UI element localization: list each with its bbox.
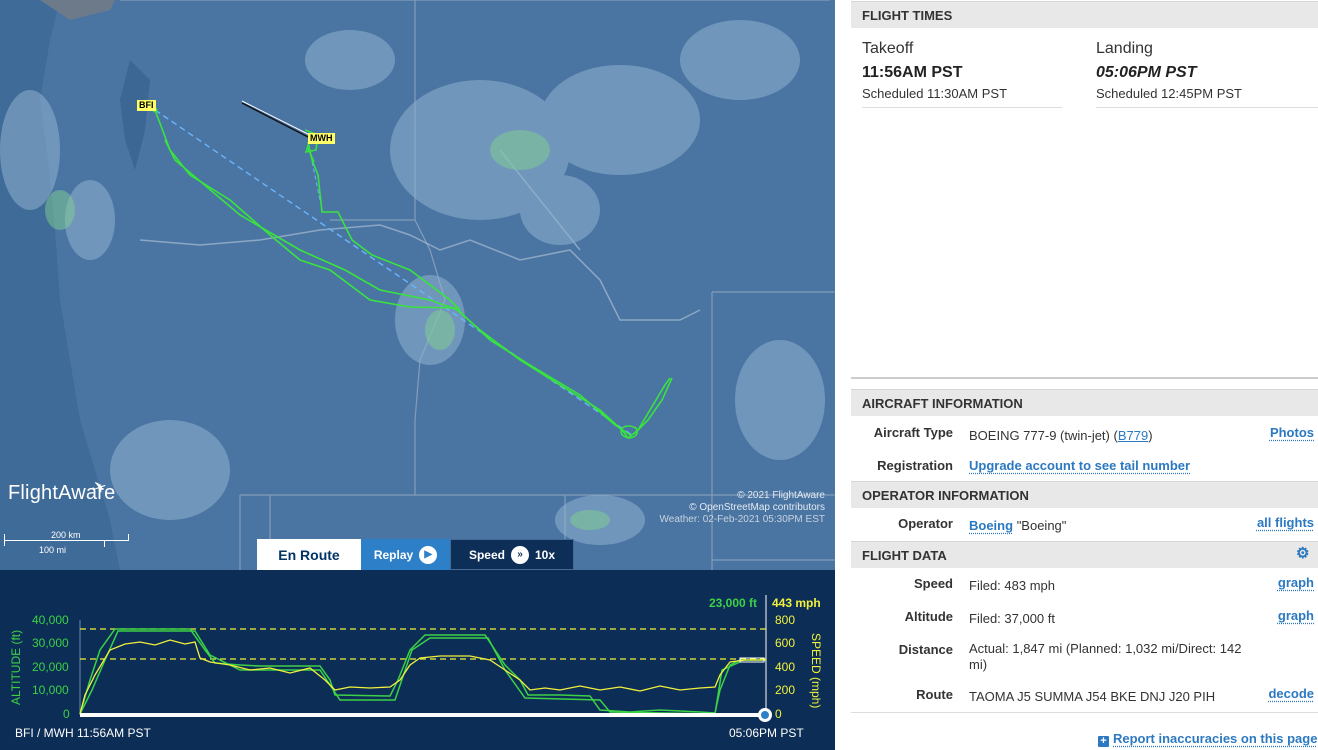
- operator-link[interactable]: Boeing: [969, 518, 1013, 533]
- aircraft-info-header: AIRCRAFT INFORMATION: [851, 389, 1318, 416]
- takeoff-box: Takeoff 11:56AM PST Scheduled 11:30AM PS…: [862, 28, 1062, 108]
- distance-label: Distance: [899, 642, 953, 657]
- report-label: Report inaccuracies on this page: [1113, 731, 1317, 746]
- altitude-tick: 20,000: [32, 660, 69, 674]
- map-canvas: [0, 0, 835, 570]
- play-icon: ▶: [419, 546, 437, 564]
- section-divider: [851, 377, 1318, 379]
- landing-box: Landing 05:06PM PST Scheduled 12:45PM PS…: [1096, 28, 1318, 108]
- all-flights-link[interactable]: all flights: [1257, 515, 1314, 530]
- gear-icon[interactable]: ⚙: [1296, 547, 1310, 561]
- speed-value: Filed: 483 mph: [969, 578, 1254, 594]
- map-attribution: © 2021 FlightAware © OpenStreetMap contr…: [660, 490, 825, 526]
- route-value: TAOMA J5 SUMMA J54 BKE DNJ J20 PIH: [969, 689, 1254, 705]
- takeoff-scheduled: Scheduled 11:30AM PST: [862, 86, 1062, 101]
- fast-forward-icon: »: [511, 546, 529, 564]
- graph-end-label: 05:06PM PST: [729, 726, 804, 740]
- aircraft-type-text: BOEING 777-9 (twin-jet) (: [969, 428, 1118, 443]
- altitude-tick: 0: [63, 707, 70, 721]
- landing-label: Landing: [1096, 40, 1318, 58]
- speed-tick: 400: [775, 660, 795, 674]
- aircraft-type-label: Aircraft Type: [874, 425, 953, 440]
- speed-graph-link[interactable]: graph: [1278, 575, 1314, 590]
- attribution-weather: Weather: 02-Feb-2021 05:30PM EST: [660, 514, 825, 526]
- aircraft-type-code-link[interactable]: B779: [1118, 428, 1148, 443]
- distance-value: Actual: 1,847 mi (Planned: 1,032 mi/Dire…: [969, 641, 1254, 673]
- bottom-divider: [851, 712, 1318, 713]
- replay-label: Replay: [374, 548, 413, 562]
- altitude-axis-label: ALTITUDE (ft): [9, 630, 23, 705]
- report-inaccuracies-link[interactable]: + Report inaccuracies on this page: [1098, 731, 1317, 747]
- replay-button[interactable]: Replay ▶: [361, 539, 450, 570]
- flightaware-logo[interactable]: FlightAware: [8, 482, 115, 505]
- speed-tick: 800: [775, 613, 795, 627]
- altitude-label: Altitude: [905, 609, 953, 624]
- speed-label: Speed: [914, 576, 953, 591]
- landing-time: 05:06PM PST: [1096, 64, 1318, 82]
- aircraft-type-close: ): [1148, 428, 1152, 443]
- speed-label: Speed: [469, 548, 505, 562]
- operator-alias: "Boeing": [1017, 518, 1067, 533]
- altitude-value: Filed: 37,000 ft: [969, 611, 1254, 627]
- operator-info-header: OPERATOR INFORMATION: [851, 481, 1318, 508]
- scale-mi-label: 100 mi: [39, 545, 66, 555]
- plus-icon: +: [1098, 736, 1109, 747]
- speed-axis-label: SPEED (mph): [809, 633, 823, 708]
- en-route-status: En Route: [257, 539, 361, 570]
- altitude-tick: 10,000: [32, 683, 69, 697]
- map-scale: 200 km 100 mi: [4, 528, 134, 562]
- flight-map[interactable]: BFI MWH ✈ FlightAware 200 km 100 mi © 20…: [0, 0, 835, 570]
- attribution-osm[interactable]: © OpenStreetMap contributors: [660, 502, 825, 514]
- flight-details-panel: FLIGHT TIMES Takeoff 11:56AM PST Schedul…: [851, 0, 1318, 750]
- speed-tick: 0: [775, 707, 782, 721]
- decode-link[interactable]: decode: [1268, 686, 1314, 701]
- operator-label: Operator: [898, 516, 953, 531]
- route-label: Route: [916, 687, 953, 702]
- altitude-graph-link[interactable]: graph: [1278, 608, 1314, 623]
- speed-button[interactable]: Speed » 10x: [450, 539, 574, 570]
- destination-airport-label[interactable]: MWH: [308, 133, 335, 144]
- current-speed: 443 mph: [772, 596, 821, 610]
- attribution-flightaware: © 2021 FlightAware: [660, 490, 825, 502]
- current-altitude: 23,000 ft: [709, 596, 757, 610]
- altitude-tick: 30,000: [32, 636, 69, 650]
- flight-data-header: FLIGHT DATA ⚙: [851, 541, 1318, 568]
- speed-tick: 200: [775, 683, 795, 697]
- aircraft-type-value: BOEING 777-9 (twin-jet) (B779): [969, 428, 1254, 444]
- landing-scheduled: Scheduled 12:45PM PST: [1096, 86, 1318, 101]
- flight-data-title: FLIGHT DATA: [862, 548, 947, 563]
- speed-tick: 600: [775, 636, 795, 650]
- altitude-speed-graph: 23,000 ft 443 mph ALTITUDE (ft) SPEED (m…: [0, 570, 835, 750]
- takeoff-time: 11:56AM PST: [862, 64, 1062, 82]
- flight-times-header: FLIGHT TIMES: [851, 1, 1318, 28]
- scale-km-label: 200 km: [51, 530, 81, 540]
- takeoff-label: Takeoff: [862, 40, 1062, 58]
- graph-start-label: BFI / MWH 11:56AM PST: [15, 726, 151, 740]
- origin-airport-label[interactable]: BFI: [137, 100, 156, 111]
- registration-label: Registration: [877, 458, 953, 473]
- upgrade-account-link[interactable]: Upgrade account to see tail number: [969, 458, 1190, 473]
- photos-link[interactable]: Photos: [1270, 425, 1314, 440]
- altitude-tick: 40,000: [32, 613, 69, 627]
- map-controls: En Route Replay ▶ Speed » 10x: [257, 539, 574, 570]
- speed-value: 10x: [535, 548, 555, 562]
